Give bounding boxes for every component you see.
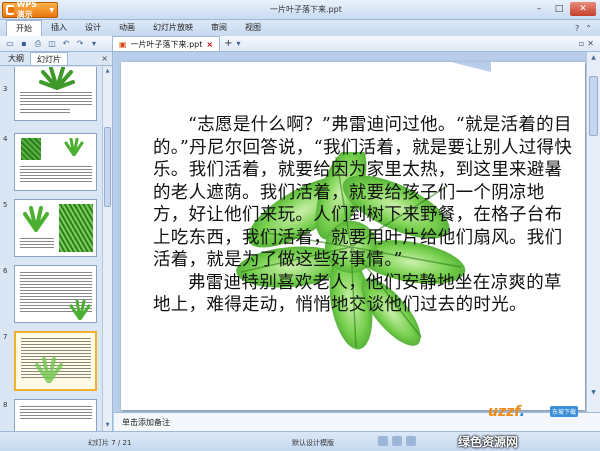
tab-insert[interactable]: 插入 <box>42 20 76 36</box>
close-doc-icon[interactable]: ✕ <box>587 39 594 48</box>
tab-animation[interactable]: 动画 <box>110 20 144 36</box>
tab-review[interactable]: 审阅 <box>202 20 236 36</box>
tab-slideshow[interactable]: 幻灯片放映 <box>144 20 202 36</box>
preview-icon[interactable]: ◫ <box>46 38 58 50</box>
minimize-button[interactable]: – <box>530 2 548 16</box>
open-icon[interactable]: ▭ <box>4 38 16 50</box>
restore-doc-icon[interactable]: ▫ <box>579 39 584 48</box>
slide-number: 6 <box>3 267 8 275</box>
slide-thumbnail-selected[interactable]: 7 <box>0 331 100 393</box>
ribbon-right-tools: ? ⌃ <box>575 24 600 33</box>
scroll-up-icon[interactable]: ▲ <box>589 54 598 61</box>
editor-scrollbar[interactable]: ▲ ▼ <box>586 52 600 412</box>
window-controls: – □ ✕ <box>530 2 596 16</box>
tab-view[interactable]: 视图 <box>236 20 270 36</box>
quick-access-toolbar: ▭ ▪ ⎙ ◫ ↶ ↷ ▾ ▣ 一片叶子落下来.ppt × + ▾ ▫ ✕ <box>0 36 600 52</box>
slides-panel: 大纲 幻灯片 × 3 4 5 6 7 8 ▲ ▼ <box>0 52 113 431</box>
app-name: WPS 演示 <box>16 0 38 19</box>
help-icon[interactable]: ? <box>575 24 579 33</box>
ppt-file-icon: ▣ <box>119 39 127 49</box>
slide-thumbnail[interactable]: 5 <box>0 199 100 259</box>
scroll-down-icon[interactable]: ▼ <box>589 389 598 396</box>
slide-thumbnail[interactable]: 3 <box>0 67 100 123</box>
title-bar: WPS 演示 ▼ 一片叶子落下来.ppt – □ ✕ <box>0 0 600 20</box>
slide-preview <box>14 399 97 431</box>
slide-thumbnail[interactable]: 6 <box>0 265 100 325</box>
leaf-image-icon <box>23 206 49 232</box>
view-buttons <box>378 436 416 446</box>
save-icon[interactable]: ▪ <box>18 38 30 50</box>
slides-panel-scrollbar[interactable]: ▲ ▼ <box>102 67 112 431</box>
ribbon-tabs: 开始 插入 设计 动画 幻灯片放映 审阅 视图 ? ⌃ <box>0 20 600 36</box>
leaf-image-icon <box>35 357 63 383</box>
normal-view-icon[interactable] <box>378 436 388 446</box>
slide-preview <box>14 67 97 121</box>
sorter-view-icon[interactable] <box>392 436 402 446</box>
window-title: 一片叶子落下来.ppt <box>270 5 342 14</box>
redo-icon[interactable]: ↷ <box>74 38 86 50</box>
print-icon[interactable]: ⎙ <box>32 38 44 50</box>
close-button[interactable]: ✕ <box>570 2 596 16</box>
scroll-up-icon[interactable]: ▲ <box>104 68 111 76</box>
collapse-ribbon-icon[interactable]: ⌃ <box>585 24 592 33</box>
slide-number: 5 <box>3 201 8 209</box>
tab-design[interactable]: 设计 <box>76 20 110 36</box>
leaf-image-icon <box>64 138 84 156</box>
slide-number: 7 <box>3 333 8 341</box>
slide-paragraph: 弗雷迪特别喜欢老人，他们安静地坐在凉爽的草地上，难得走动，悄悄地交谈他们过去的时… <box>153 272 562 316</box>
panel-tabs: 大纲 幻灯片 × <box>0 52 112 66</box>
undo-icon[interactable]: ↶ <box>60 38 72 50</box>
new-tab-button[interactable]: + <box>224 38 232 49</box>
slide-paragraph: “志愿是什么啊？”弗雷迪问过他。“就是活着的目的。”丹尼尔回答说，“我们活着，就… <box>153 115 573 270</box>
scroll-down-icon[interactable]: ▼ <box>104 422 111 430</box>
slide-editor: “志愿是什么啊？”弗雷迪问过他。“就是活着的目的。”丹尼尔回答说，“我们活着，就… <box>114 52 586 412</box>
template-name: 默认设计模版 <box>292 439 334 447</box>
slide-counter: 幻灯片 7 / 21 <box>88 439 132 447</box>
tab-home[interactable]: 开始 <box>6 20 42 36</box>
document-tab[interactable]: ▣ 一片叶子落下来.ppt × <box>112 36 221 51</box>
slide-preview <box>14 199 97 257</box>
slide-preview <box>14 265 97 323</box>
scrollbar-thumb[interactable] <box>104 127 111 207</box>
toolbar-dropdown-icon[interactable]: ▾ <box>88 38 100 50</box>
slide-canvas[interactable]: “志愿是什么啊？”弗雷迪问过他。“就是活着的目的。”丹尼尔回答说，“我们活着，就… <box>121 62 585 410</box>
app-menu-button[interactable]: WPS 演示 ▼ <box>2 0 58 19</box>
slide-number: 4 <box>3 135 8 143</box>
slideshow-view-icon[interactable] <box>406 436 416 446</box>
slide-thumbnail[interactable]: 4 <box>0 133 100 193</box>
maximize-button[interactable]: □ <box>550 2 568 16</box>
page-curl-decoration <box>451 62 491 72</box>
tab-outline[interactable]: 大纲 <box>2 52 30 65</box>
leaf-image-icon <box>39 67 75 90</box>
slide-thumbnail[interactable]: 8 <box>0 399 100 431</box>
slide-preview <box>14 133 97 191</box>
scrollbar-thumb[interactable] <box>589 76 598 136</box>
notes-placeholder: 单击添加备注 <box>122 418 170 427</box>
close-panel-icon[interactable]: × <box>101 52 108 65</box>
tab-slides[interactable]: 幻灯片 <box>30 52 68 65</box>
document-tab-label: 一片叶子落下来.ppt <box>130 39 203 49</box>
watermark-text: 绿色资源网 <box>458 435 519 449</box>
chevron-down-icon: ▼ <box>49 6 54 14</box>
watermark-badge: 东坡下载 <box>550 406 579 417</box>
toolbar-right: ▫ ✕ <box>579 39 600 48</box>
slide-preview <box>14 331 97 391</box>
tab-list-dropdown-icon[interactable]: ▾ <box>233 38 245 50</box>
wps-logo-icon <box>6 5 14 15</box>
slide-number: 8 <box>3 401 8 409</box>
leaf-image-icon <box>69 300 91 320</box>
watermark-logo: uzzf. <box>488 404 525 420</box>
slide-text-box[interactable]: “志愿是什么啊？”弗雷迪问过他。“就是活着的目的。”丹尼尔回答说，“我们活着，就… <box>153 114 573 317</box>
slide-thumbnail-list: 3 4 5 6 7 8 <box>0 67 102 431</box>
site-watermark: uzzf. 东坡下载 <box>488 404 598 430</box>
close-tab-icon[interactable]: × <box>206 40 213 49</box>
slide-number: 3 <box>3 85 8 93</box>
